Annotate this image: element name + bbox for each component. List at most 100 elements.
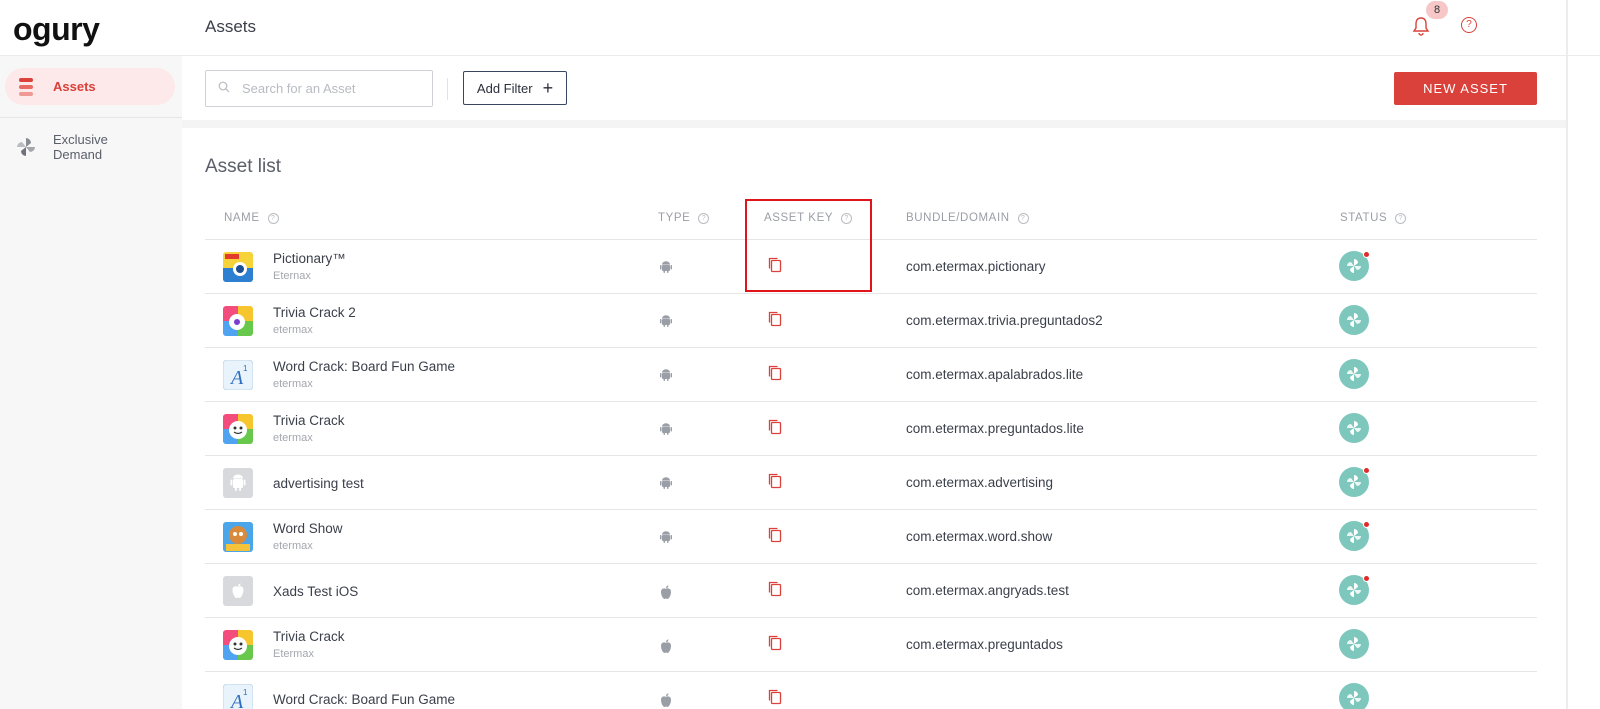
bundle-domain: com.etermax.preguntados.lite <box>906 421 1084 436</box>
column-label: NAME <box>224 212 260 224</box>
asset-publisher: Eternax <box>273 270 311 282</box>
sidebar-divider <box>0 117 182 118</box>
toolbar-divider <box>447 78 448 100</box>
status-icon[interactable] <box>1339 359 1369 389</box>
android-icon <box>659 314 673 333</box>
app-icon <box>223 414 253 444</box>
sidebar-item-assets[interactable]: Assets <box>5 68 175 105</box>
sidebar-item-exclusive-demand[interactable]: Exclusive Demand <box>5 125 175 169</box>
android-icon <box>659 476 673 495</box>
android-icon <box>659 260 673 279</box>
new-asset-button[interactable]: NEW ASSET <box>1394 72 1537 105</box>
add-filter-button[interactable]: Add Filter + <box>463 71 567 105</box>
asset-name[interactable]: Word Show <box>273 521 343 536</box>
status-icon[interactable] <box>1339 629 1369 659</box>
table-row[interactable]: Trivia Crack etermax com.etermax.preguntad… <box>205 402 1537 456</box>
column-header-asset-key[interactable]: ASSET KEY? <box>764 212 853 224</box>
asset-name[interactable]: Word Crack: Board Fun Game <box>273 359 455 374</box>
search-icon <box>218 80 230 98</box>
logo-area: ogury <box>0 0 182 56</box>
copy-asset-key-icon[interactable] <box>767 634 783 657</box>
asset-name[interactable]: advertising test <box>273 476 364 491</box>
asset-publisher: Etermax <box>273 648 314 660</box>
status-icon[interactable] <box>1339 305 1369 335</box>
copy-asset-key-icon[interactable] <box>767 364 783 387</box>
bundle-domain: com.etermax.pictionary <box>906 259 1046 274</box>
svg-text:A: A <box>229 691 244 709</box>
copy-asset-key-icon[interactable] <box>767 526 783 549</box>
app-icon <box>223 252 253 282</box>
copy-asset-key-icon[interactable] <box>767 310 783 333</box>
android-icon <box>659 368 673 387</box>
column-header-name[interactable]: NAME? <box>224 212 279 224</box>
table-row[interactable]: Xads Test iOS com.etermax.angryads.test <box>205 564 1537 618</box>
asset-publisher: etermax <box>273 324 313 336</box>
apple-icon <box>659 692 673 709</box>
help-icon[interactable]: ? <box>1017 212 1029 224</box>
help-icon[interactable]: ? <box>1461 17 1477 33</box>
help-icon[interactable]: ? <box>698 212 710 224</box>
copy-asset-key-icon[interactable] <box>767 688 783 709</box>
table-row[interactable]: Trivia Crack 2 etermax com.etermax.trivia.… <box>205 294 1537 348</box>
table-row[interactable]: Word Show etermax com.etermax.word.show <box>205 510 1537 564</box>
app-icon: A1 <box>223 360 253 390</box>
app-icon <box>223 576 253 606</box>
asset-name[interactable]: Trivia Crack <box>273 629 345 644</box>
help-icon[interactable]: ? <box>267 212 279 224</box>
app-icon <box>223 468 253 498</box>
asset-name[interactable]: Xads Test iOS <box>273 584 358 599</box>
android-icon <box>659 530 673 549</box>
search-box <box>205 70 433 107</box>
sidebar-item-label: Exclusive Demand <box>53 132 108 162</box>
status-icon[interactable] <box>1339 683 1369 709</box>
table-row[interactable]: advertising test com.etermax.advertising <box>205 456 1537 510</box>
bundle-domain: com.etermax.angryads.test <box>906 583 1069 598</box>
status-alert-dot <box>1363 251 1370 258</box>
app-icon: A1 <box>223 684 253 709</box>
copy-asset-key-icon[interactable] <box>767 418 783 441</box>
copy-asset-key-icon[interactable] <box>767 472 783 495</box>
help-icon[interactable]: ? <box>1395 212 1407 224</box>
bundle-domain: com.etermax.word.show <box>906 529 1053 544</box>
status-icon[interactable] <box>1339 521 1370 551</box>
sidebar-item-label: Assets <box>53 79 96 94</box>
column-header-bundle[interactable]: BUNDLE/DOMAIN? <box>906 212 1029 224</box>
column-header-type[interactable]: TYPE? <box>658 212 710 224</box>
plus-icon: + <box>542 77 554 98</box>
column-header-status[interactable]: STATUS? <box>1340 212 1407 224</box>
asset-name[interactable]: Pictionary™ <box>273 251 346 266</box>
ogury-logo[interactable]: ogury <box>13 12 100 46</box>
asset-name[interactable]: Trivia Crack <box>273 413 345 428</box>
svg-text:A: A <box>229 367 244 389</box>
asset-name[interactable]: Trivia Crack 2 <box>273 305 356 320</box>
table-row[interactable]: Pictionary™ Eternax com.etermax.pictionary <box>205 240 1537 294</box>
pinwheel-icon <box>15 136 37 158</box>
add-filter-label: Add Filter <box>476 80 533 96</box>
table-row[interactable]: A 1 Word Crack: Board Fun Game etermax com.e… <box>205 348 1537 402</box>
notification-bell-icon[interactable] <box>1412 16 1430 41</box>
table-row[interactable]: Trivia Crack Etermax com.etermax.preguntad… <box>205 618 1537 672</box>
search-input[interactable] <box>242 81 422 96</box>
bundle-domain: com.etermax.trivia.preguntados2 <box>906 313 1103 328</box>
status-icon[interactable] <box>1339 467 1370 497</box>
top-header: Assets 8 ? <box>182 0 1600 56</box>
status-icon[interactable] <box>1339 575 1370 605</box>
status-icon[interactable] <box>1339 251 1370 281</box>
copy-asset-key-icon[interactable] <box>767 256 783 279</box>
notification-count-badge: 8 <box>1426 1 1448 19</box>
assets-stack-icon <box>15 76 37 98</box>
help-icon[interactable]: ? <box>841 212 853 224</box>
toolbar: Add Filter + NEW ASSET <box>182 56 1568 120</box>
asset-publisher: etermax <box>273 540 313 552</box>
apple-icon <box>659 638 673 659</box>
scrollbar-track[interactable] <box>1566 0 1568 709</box>
page-title: Assets <box>205 17 257 36</box>
status-icon[interactable] <box>1339 413 1369 443</box>
column-label: STATUS <box>1340 212 1388 224</box>
copy-asset-key-icon[interactable] <box>767 580 783 603</box>
android-icon <box>659 422 673 441</box>
asset-publisher: etermax <box>273 378 313 390</box>
asset-name[interactable]: Word Crack: Board Fun Game <box>273 692 455 707</box>
table-row[interactable]: A 1 Word Crack: Board Fun Game <box>205 672 1537 709</box>
section-divider <box>182 120 1568 128</box>
